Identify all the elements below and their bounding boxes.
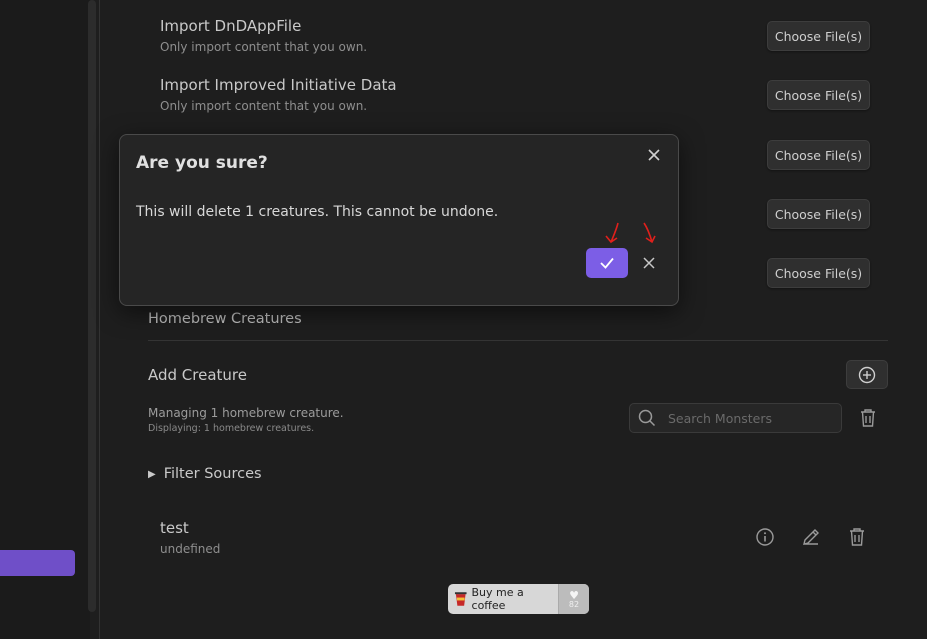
annotation-arrow-icon <box>605 222 619 244</box>
coffee-count: 82 <box>568 599 580 609</box>
modal-close-button[interactable] <box>646 147 662 167</box>
sidebar <box>0 0 90 639</box>
choose-files-button[interactable]: Choose File(s) <box>767 80 870 110</box>
sidebar-active-item[interactable] <box>0 550 75 576</box>
info-icon <box>756 528 774 546</box>
search-icon <box>638 409 656 427</box>
creature-info-button[interactable] <box>755 527 775 551</box>
choose-files-button[interactable]: Choose File(s) <box>767 140 870 170</box>
caret-right-icon: ▶ <box>148 468 156 480</box>
choose-files-button[interactable]: Choose File(s) <box>767 21 870 51</box>
choose-files-button[interactable]: Choose File(s) <box>767 258 870 288</box>
pencil-icon <box>803 529 819 545</box>
coffee-count-badge: ♥ 82 <box>558 584 589 614</box>
coffee-main: Buy me a coffee <box>448 584 558 614</box>
annotation-arrow-icon <box>643 222 656 244</box>
confirm-delete-button[interactable] <box>586 248 628 278</box>
plus-circle-icon <box>858 366 876 383</box>
displaying-count-text: Displaying: 1 homebrew creatures. <box>148 423 315 434</box>
buy-me-a-coffee-button[interactable]: Buy me a coffee ♥ 82 <box>448 584 589 614</box>
section-heading-homebrew: Homebrew Creatures <box>148 311 302 327</box>
creature-edit-button[interactable] <box>801 527 821 551</box>
filter-sources-toggle[interactable]: ▶ Filter Sources <box>148 466 262 482</box>
modal-message: This will delete 1 creatures. This canno… <box>136 204 499 220</box>
trash-icon <box>850 528 864 546</box>
filter-sources-label: Filter Sources <box>163 466 262 482</box>
cancel-delete-button[interactable] <box>639 253 659 277</box>
creature-name: test <box>160 519 189 537</box>
search-monsters-box[interactable] <box>629 403 842 433</box>
close-icon <box>643 257 655 269</box>
heart-icon: ♥ <box>569 588 579 602</box>
creature-delete-button[interactable] <box>848 527 866 551</box>
coffee-cup-icon <box>454 592 467 606</box>
search-monsters-input[interactable] <box>666 409 830 427</box>
trash-icon <box>861 409 875 427</box>
section-divider <box>148 340 888 341</box>
sidebar-divider <box>99 0 100 639</box>
creature-subtitle: undefined <box>160 542 221 556</box>
confirm-delete-modal: Are you sure? This will delete 1 creatur… <box>119 134 679 306</box>
coffee-label: Buy me a coffee <box>471 586 524 612</box>
delete-all-button[interactable] <box>859 408 877 432</box>
managing-count-text: Managing 1 homebrew creature. <box>148 406 344 420</box>
choose-files-button[interactable]: Choose File(s) <box>767 199 870 229</box>
add-creature-label: Add Creature <box>148 366 247 384</box>
add-creature-button[interactable] <box>846 360 888 389</box>
close-icon <box>648 149 660 161</box>
modal-title: Are you sure? <box>136 153 268 173</box>
sidebar-scrollbar[interactable] <box>88 0 96 612</box>
check-icon <box>600 257 614 269</box>
